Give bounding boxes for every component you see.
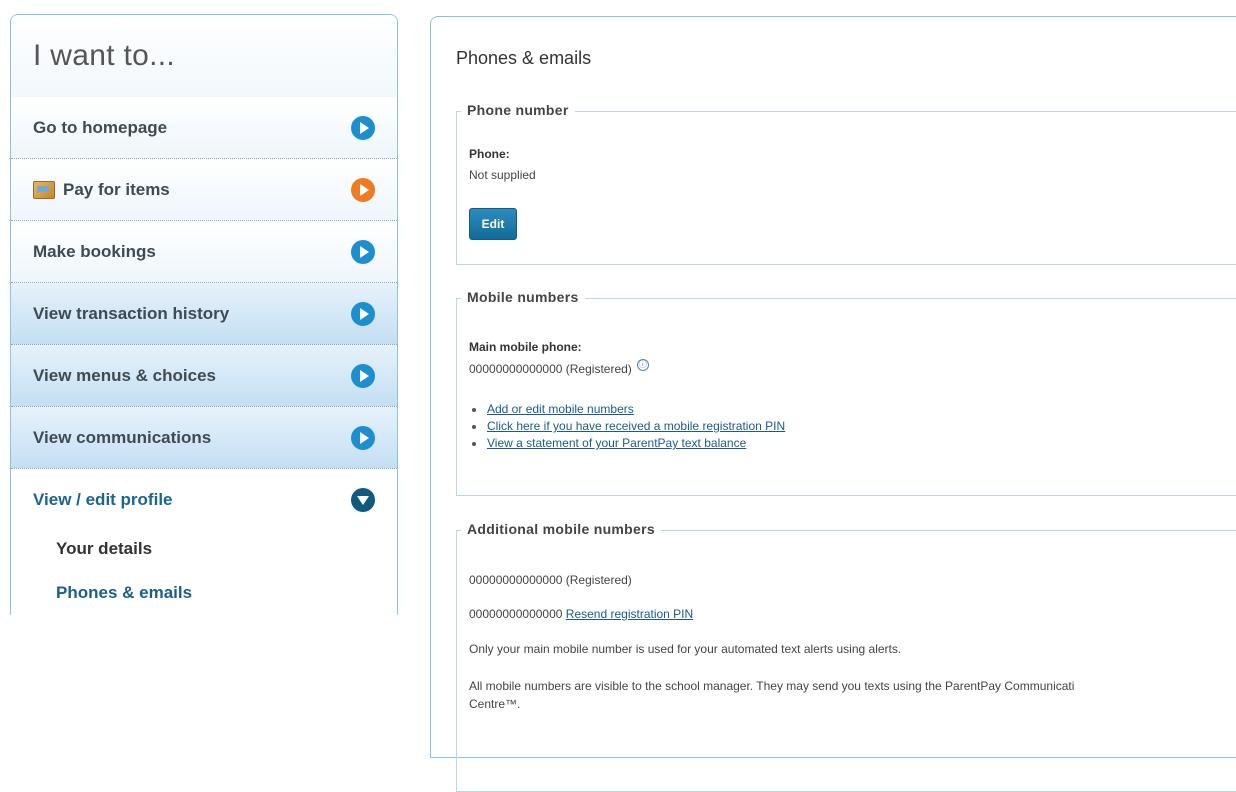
sidebar-item-label: View menus & choices	[33, 365, 216, 385]
sidebar-title: I want to...	[11, 15, 397, 97]
sidebar-item-edit-profile[interactable]: View / edit profile	[11, 469, 397, 531]
edit-phone-button[interactable]: Edit	[469, 208, 517, 240]
page-title: Phones & emails	[456, 48, 592, 68]
sidebar-item-label: View communications	[33, 427, 212, 447]
resend-pin-link[interactable]: Resend registration PIN	[566, 607, 693, 621]
arrow-down-icon	[351, 488, 375, 512]
additional-number-unregistered: 00000000000000 Resend registration PIN	[469, 607, 693, 621]
phone-number-section: Phone number Phone: Not supplied Edit	[456, 102, 1236, 265]
sidebar-item-label: View / edit profile	[33, 490, 173, 509]
sidebar-item-label: Make bookings	[33, 241, 156, 261]
sidebar-item-label: Pay for items	[63, 179, 170, 199]
sidebar-item-homepage[interactable]: Go to homepage	[11, 97, 397, 159]
additional-number-value: 00000000000000	[469, 607, 563, 621]
visibility-note-line2: Centre™.	[469, 697, 521, 711]
main-mobile-label: Main mobile phone:	[469, 340, 582, 354]
sidebar-item-communications[interactable]: View communications	[11, 407, 397, 469]
arrow-right-icon	[351, 301, 375, 326]
arrow-right-icon	[351, 177, 375, 202]
sidebar-item-make-bookings[interactable]: Make bookings	[11, 221, 397, 283]
info-icon[interactable]: ⓘ	[636, 359, 649, 371]
arrow-right-icon	[351, 363, 375, 388]
arrow-right-icon	[351, 115, 375, 140]
sidebar-item-label: View transaction history	[33, 303, 230, 323]
main-panel: Phones & emails Phone number Phone: Not …	[430, 16, 1236, 792]
list-item: View a statement of your ParentPay text …	[469, 435, 785, 452]
section-legend: Mobile numbers	[461, 289, 585, 305]
arrow-right-icon	[351, 239, 375, 264]
sidebar-nav: I want to... Go to homepage Pay for item…	[10, 14, 398, 615]
phone-label: Phone:	[469, 147, 510, 161]
section-legend: Additional mobile numbers	[461, 521, 661, 537]
additional-number-registered: 00000000000000 (Registered)	[469, 573, 632, 587]
section-legend: Phone number	[461, 102, 575, 118]
sidebar-item-transaction-history[interactable]: View transaction history	[11, 283, 397, 345]
payment-icon	[33, 180, 55, 199]
text-balance-link[interactable]: View a statement of your ParentPay text …	[487, 436, 746, 450]
list-item: Click here if you have received a mobile…	[469, 418, 785, 435]
main-mobile-number: 00000000000000 (Registered)	[469, 362, 632, 376]
registration-pin-link[interactable]: Click here if you have received a mobile…	[487, 419, 785, 433]
phone-value: Not supplied	[469, 168, 536, 182]
visibility-note-line1: All mobile numbers are visible to the sc…	[469, 679, 1075, 693]
add-edit-mobile-link[interactable]: Add or edit mobile numbers	[487, 402, 634, 416]
arrow-right-icon	[351, 425, 375, 450]
sidebar-subitem-phones-emails[interactable]: Phones & emails	[56, 583, 192, 603]
main-number-note: Only your main mobile number is used for…	[469, 642, 902, 656]
sidebar-item-pay-for-items[interactable]: Pay for items	[11, 159, 397, 221]
mobile-links-list: Add or edit mobile numbers Click here if…	[469, 401, 785, 452]
mobile-numbers-section: Mobile numbers Main mobile phone: 000000…	[456, 289, 1236, 496]
additional-mobile-section: Additional mobile numbers 00000000000000…	[456, 521, 1236, 792]
sidebar-item-label: Go to homepage	[33, 117, 168, 137]
sidebar-subitem-your-details[interactable]: Your details	[56, 539, 152, 559]
main-mobile-value: 00000000000000 (Registered) ⓘ	[469, 359, 649, 376]
sidebar-item-menus-choices[interactable]: View menus & choices	[11, 345, 397, 407]
list-item: Add or edit mobile numbers	[469, 401, 785, 418]
